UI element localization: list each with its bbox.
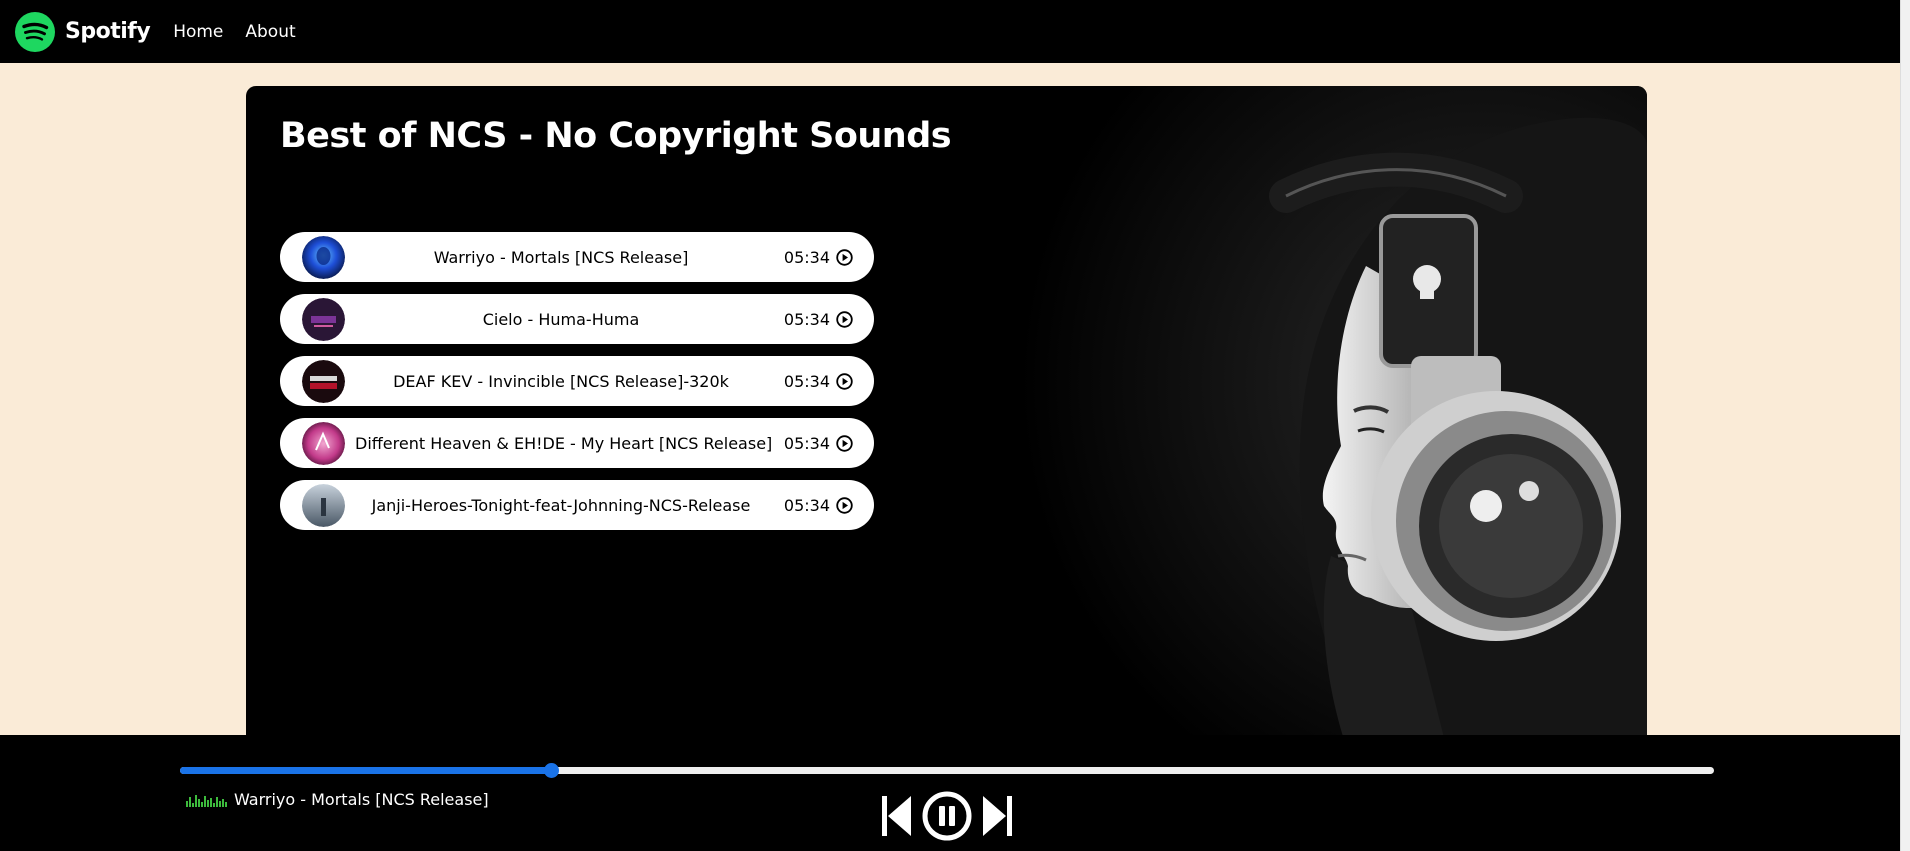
song-item[interactable]: Janji-Heroes-Tonight-feat-Johnning-NCS-R… (280, 480, 874, 530)
previous-icon[interactable] (880, 795, 912, 837)
song-item[interactable]: Warriyo - Mortals [NCS Release] 05:34 (280, 232, 874, 282)
navbar: Spotify Home About (0, 0, 1900, 63)
playlist-container: Best of NCS - No Copyright Sounds Warriy… (246, 86, 1647, 746)
song-duration: 05:34 (783, 309, 830, 329)
play-icon[interactable] (836, 435, 853, 452)
song-duration: 05:34 (783, 495, 830, 515)
spotify-logo-icon[interactable] (15, 11, 55, 52)
nav-link-about[interactable]: About (245, 22, 295, 42)
playlist-title: Best of NCS - No Copyright Sounds (280, 116, 952, 156)
song-cover-image (302, 360, 345, 403)
page-scrollbar[interactable] (1900, 0, 1910, 851)
music-player-bar: Warriyo - Mortals [NCS Release] (0, 735, 1900, 851)
song-cover-image (302, 484, 345, 527)
progress-thumb[interactable] (544, 763, 560, 778)
song-name: DEAF KEV - Invincible [NCS Release]-320k (393, 371, 729, 391)
song-duration: 05:34 (783, 371, 830, 391)
song-item[interactable]: Cielo - Huma-Huma 05:34 (280, 294, 874, 344)
song-name: Cielo - Huma-Huma (482, 309, 640, 329)
equalizer-icon (186, 794, 227, 807)
nav-link-home[interactable]: Home (173, 22, 223, 42)
song-cover-image (302, 236, 345, 279)
song-item[interactable]: DEAF KEV - Invincible [NCS Release]-320k… (280, 356, 874, 406)
song-list: Warriyo - Mortals [NCS Release] 05:34 Ci… (280, 232, 874, 542)
playlist-background-image (986, 86, 1647, 746)
now-playing-info: Warriyo - Mortals [NCS Release] (186, 790, 489, 809)
play-icon[interactable] (836, 311, 853, 328)
song-duration: 05:34 (783, 247, 830, 267)
playback-controls (880, 791, 1014, 841)
song-duration: 05:34 (783, 433, 830, 453)
now-playing-title: Warriyo - Mortals [NCS Release] (234, 790, 489, 809)
play-icon[interactable] (836, 497, 853, 514)
pause-icon[interactable] (922, 791, 972, 841)
song-cover-image (302, 298, 345, 341)
song-name: Janji-Heroes-Tonight-feat-Johnning-NCS-R… (371, 495, 751, 515)
song-name: Different Heaven & EH!DE - My Heart [NCS… (355, 433, 773, 453)
song-cover-image (302, 422, 345, 465)
play-icon[interactable] (836, 373, 853, 390)
song-item[interactable]: Different Heaven & EH!DE - My Heart [NCS… (280, 418, 874, 468)
progress-bar[interactable] (180, 763, 1714, 778)
song-name: Warriyo - Mortals [NCS Release] (433, 247, 689, 267)
brand-name[interactable]: Spotify (65, 19, 151, 44)
play-icon[interactable] (836, 249, 853, 266)
next-icon[interactable] (982, 795, 1014, 837)
progress-fill (180, 767, 552, 774)
